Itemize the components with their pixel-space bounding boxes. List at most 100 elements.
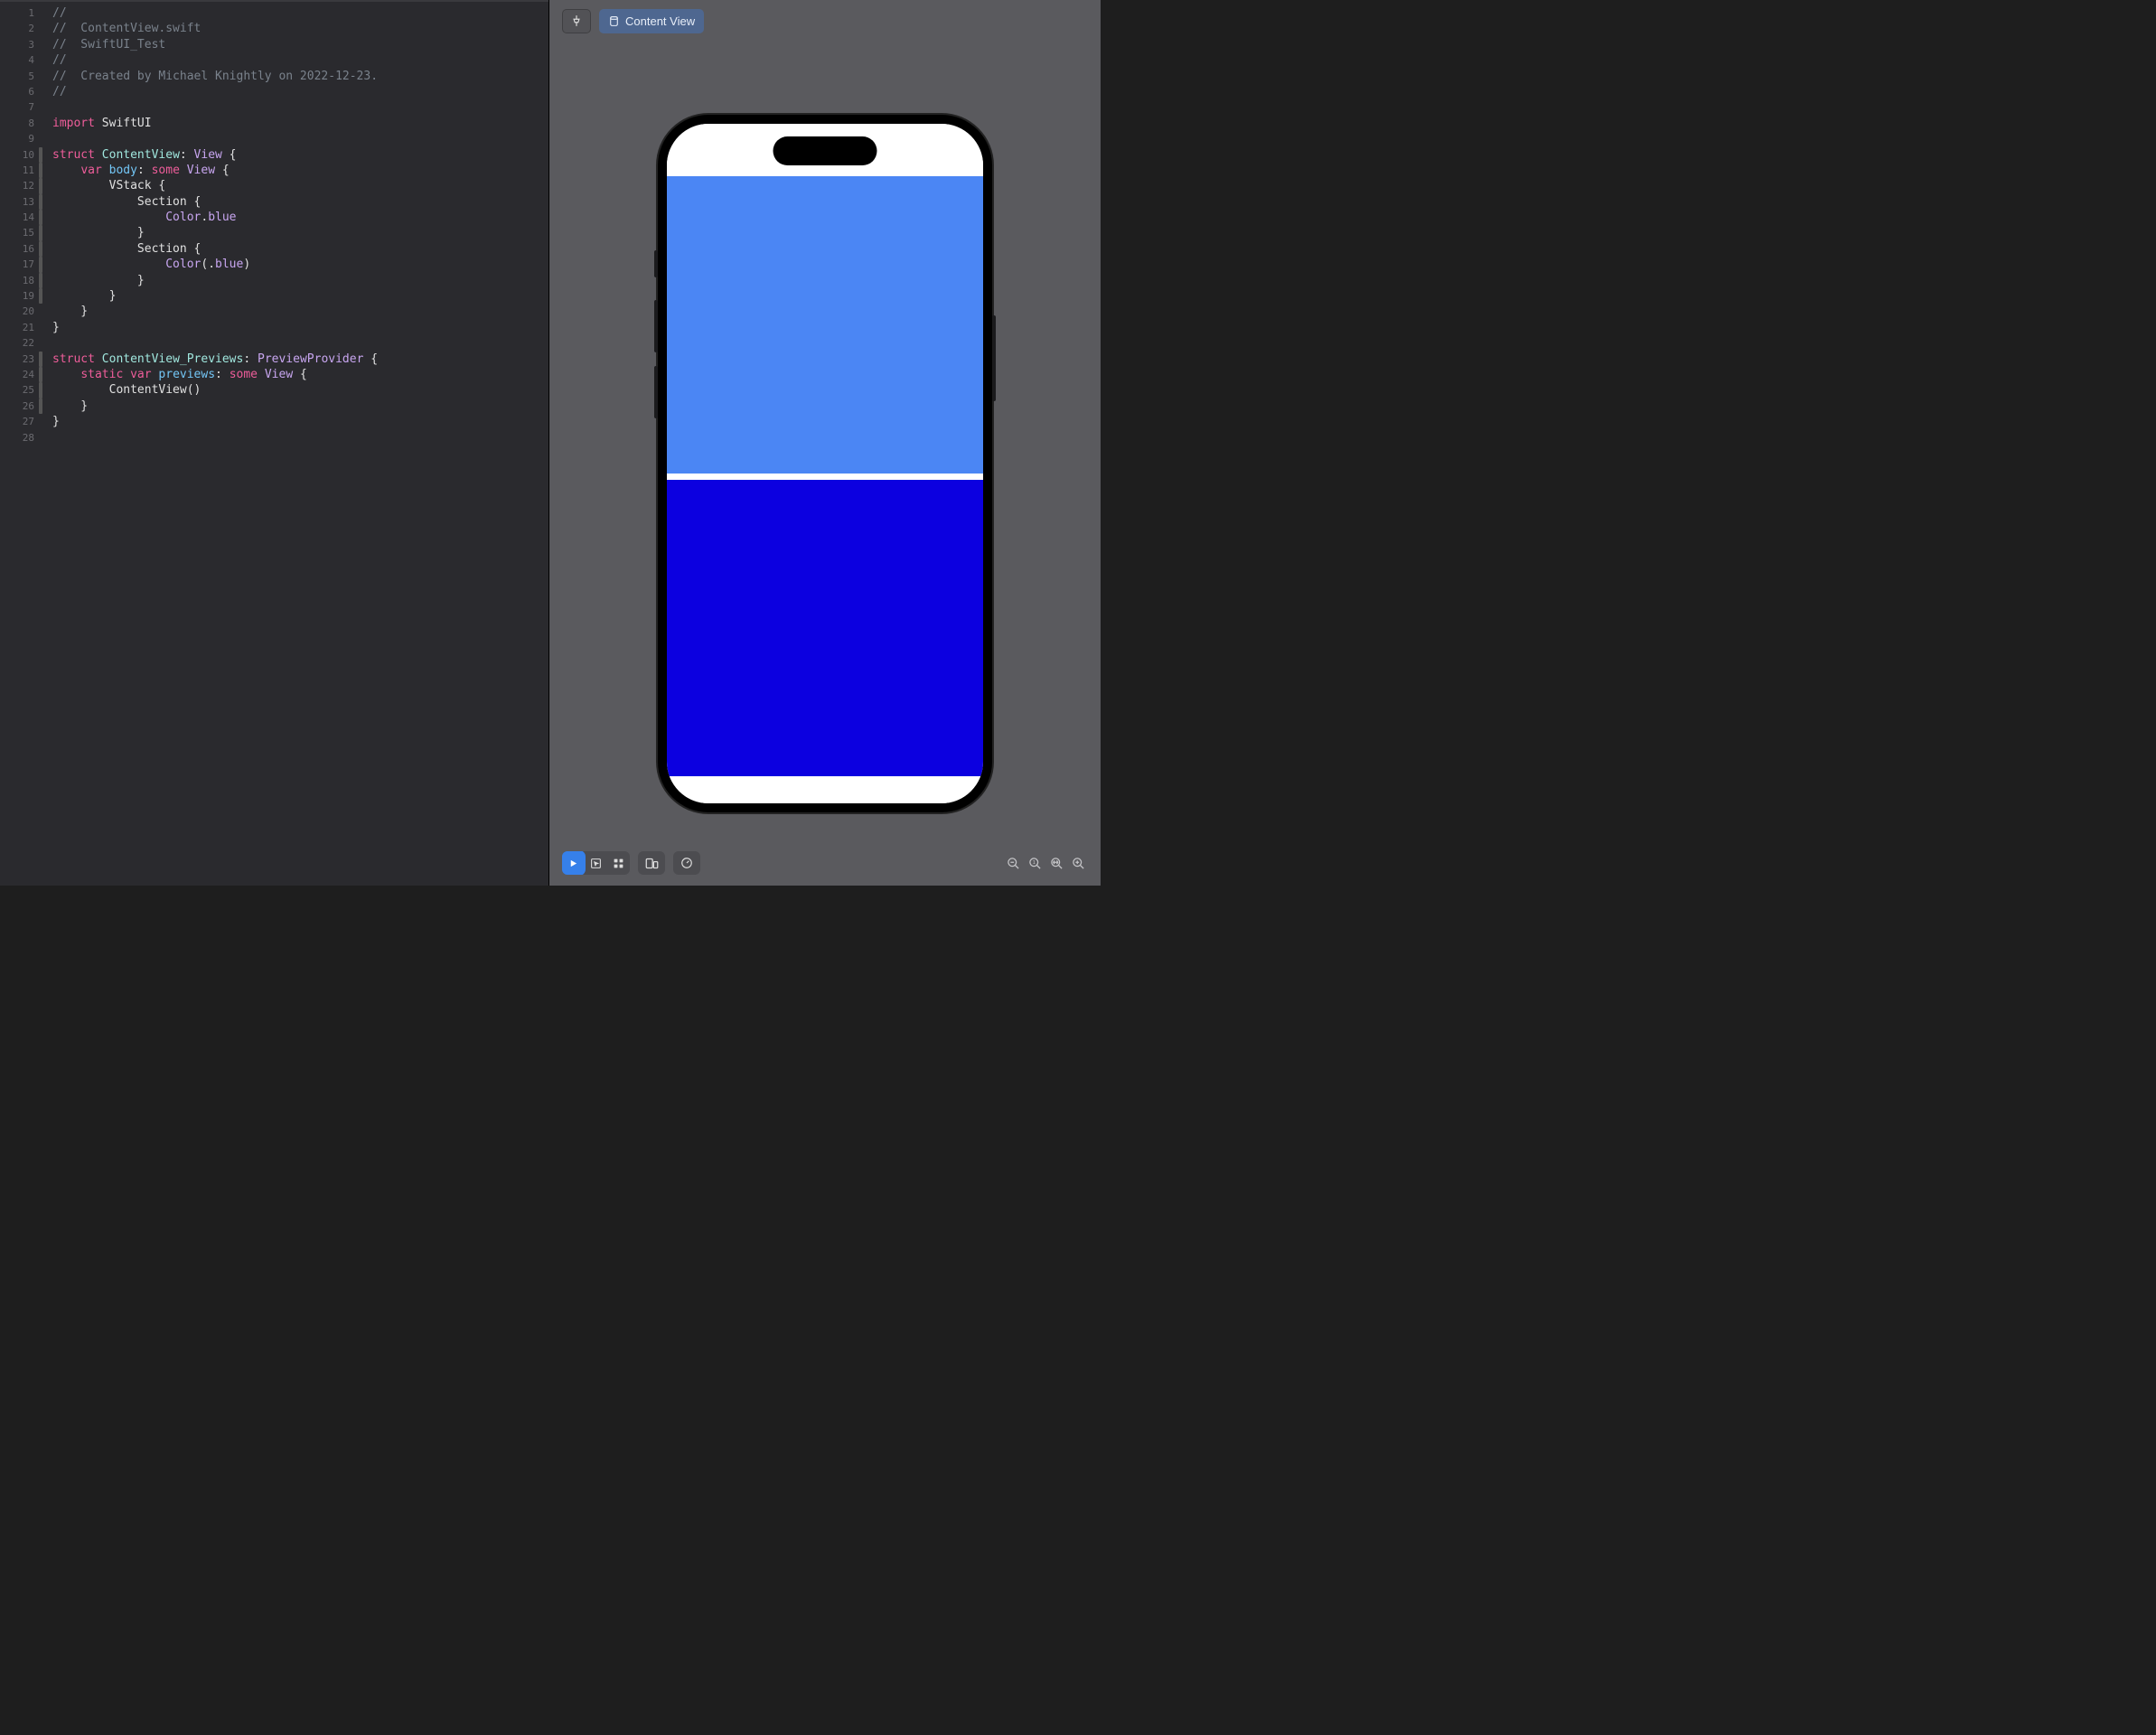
code-line[interactable]: [52, 131, 548, 146]
fold-empty: [38, 99, 45, 115]
line-number: 9: [0, 131, 34, 146]
code-line[interactable]: import SwiftUI: [52, 116, 548, 131]
zoom-out-button[interactable]: [1003, 853, 1023, 873]
code-line[interactable]: }: [52, 273, 548, 288]
code-line[interactable]: }: [52, 320, 548, 335]
fold-empty: [38, 21, 45, 36]
safe-area-bottom: [667, 776, 983, 803]
line-number: 3: [0, 37, 34, 52]
fold-ribbon[interactable]: [39, 225, 42, 240]
fold-empty: [38, 84, 45, 99]
fold-ribbon[interactable]: [39, 241, 42, 257]
line-number: 14: [0, 210, 34, 225]
line-number: 6: [0, 84, 34, 99]
line-number: 1: [0, 5, 34, 21]
zoom-out-icon: [1007, 857, 1020, 870]
zoom-in-button[interactable]: [1068, 853, 1088, 873]
code-line[interactable]: static var previews: some View {: [52, 367, 548, 382]
fold-ribbon[interactable]: [39, 210, 42, 225]
line-number: 4: [0, 52, 34, 68]
code-line[interactable]: }: [52, 399, 548, 414]
fold-ribbon[interactable]: [39, 194, 42, 210]
fold-ribbon[interactable]: [39, 147, 42, 163]
device-power-button: [992, 315, 996, 401]
pin-preview-button[interactable]: [562, 9, 591, 33]
device-settings-icon: [645, 858, 659, 869]
fold-ribbon[interactable]: [39, 352, 42, 367]
live-preview-button[interactable]: [562, 851, 585, 875]
svg-text:1: 1: [1032, 860, 1035, 866]
line-number: 16: [0, 241, 34, 257]
code-line[interactable]: Color.blue: [52, 210, 548, 225]
device-volume-down: [654, 366, 658, 418]
fold-ribbon[interactable]: [39, 382, 42, 398]
code-line[interactable]: Section {: [52, 241, 548, 257]
line-number: 25: [0, 382, 34, 398]
fold-empty: [38, 69, 45, 84]
preview-bottom-bar: 1: [562, 849, 1088, 877]
code-line[interactable]: //: [52, 5, 548, 21]
fold-empty: [38, 37, 45, 52]
fold-ribbon[interactable]: [39, 178, 42, 193]
code-line[interactable]: Color(.blue): [52, 257, 548, 272]
line-number: 22: [0, 335, 34, 351]
code-line[interactable]: }: [52, 225, 548, 240]
device-settings-button[interactable]: [638, 851, 665, 875]
code-line[interactable]: var body: some View {: [52, 163, 548, 178]
code-area[interactable]: //// ContentView.swift// SwiftUI_Test///…: [45, 0, 548, 886]
line-number: 11: [0, 163, 34, 178]
code-line[interactable]: struct ContentView: View {: [52, 147, 548, 163]
selectable-preview-button[interactable]: [585, 851, 607, 875]
zoom-actual-button[interactable]: 1: [1025, 853, 1045, 873]
line-number: 20: [0, 304, 34, 319]
line-number: 12: [0, 178, 34, 193]
content-view-chip-label: Content View: [625, 14, 695, 28]
fold-ribbon[interactable]: [39, 367, 42, 382]
fold-ribbon[interactable]: [39, 399, 42, 414]
code-line[interactable]: //: [52, 84, 548, 99]
code-line[interactable]: [52, 430, 548, 445]
code-line[interactable]: VStack {: [52, 178, 548, 193]
fold-empty: [38, 304, 45, 319]
code-line[interactable]: // ContentView.swift: [52, 21, 548, 36]
code-line[interactable]: // Created by Michael Knightly on 2022-1…: [52, 69, 548, 84]
line-number: 27: [0, 414, 34, 429]
code-line[interactable]: struct ContentView_Previews: PreviewProv…: [52, 352, 548, 367]
device-mute-switch: [654, 250, 658, 277]
code-line[interactable]: }: [52, 414, 548, 429]
fold-empty: [38, 430, 45, 445]
section-color-blue: [667, 176, 983, 474]
fold-ribbon[interactable]: [39, 273, 42, 288]
code-line[interactable]: // SwiftUI_Test: [52, 37, 548, 52]
section-gap: [667, 474, 983, 480]
code-line[interactable]: ContentView(): [52, 382, 548, 398]
fold-empty: [38, 131, 45, 146]
preview-pane: Content View: [549, 0, 1101, 886]
line-number: 24: [0, 367, 34, 382]
gauge-icon: [680, 857, 693, 869]
line-number: 13: [0, 194, 34, 210]
code-line[interactable]: }: [52, 304, 548, 319]
content-view-chip[interactable]: Content View: [599, 9, 704, 33]
preview-settings-button[interactable]: [673, 851, 700, 875]
fold-empty: [38, 5, 45, 21]
code-line[interactable]: [52, 99, 548, 115]
preview-toolbar: Content View: [549, 0, 1101, 42]
code-line[interactable]: [52, 335, 548, 351]
device-screen[interactable]: [667, 124, 983, 803]
fold-ribbon[interactable]: [39, 288, 42, 304]
variants-preview-button[interactable]: [607, 851, 630, 875]
code-line[interactable]: Section {: [52, 194, 548, 210]
fold-ribbon[interactable]: [39, 257, 42, 272]
device-frame: [658, 115, 992, 812]
pin-icon: [570, 14, 583, 27]
fold-empty: [38, 116, 45, 131]
code-line[interactable]: //: [52, 52, 548, 68]
zoom-fit-button[interactable]: [1046, 853, 1066, 873]
line-number: 7: [0, 99, 34, 115]
line-number: 21: [0, 320, 34, 335]
preview-canvas[interactable]: [549, 42, 1101, 886]
fold-ribbon[interactable]: [39, 163, 42, 178]
cursor-square-icon: [590, 858, 602, 869]
code-line[interactable]: }: [52, 288, 548, 304]
